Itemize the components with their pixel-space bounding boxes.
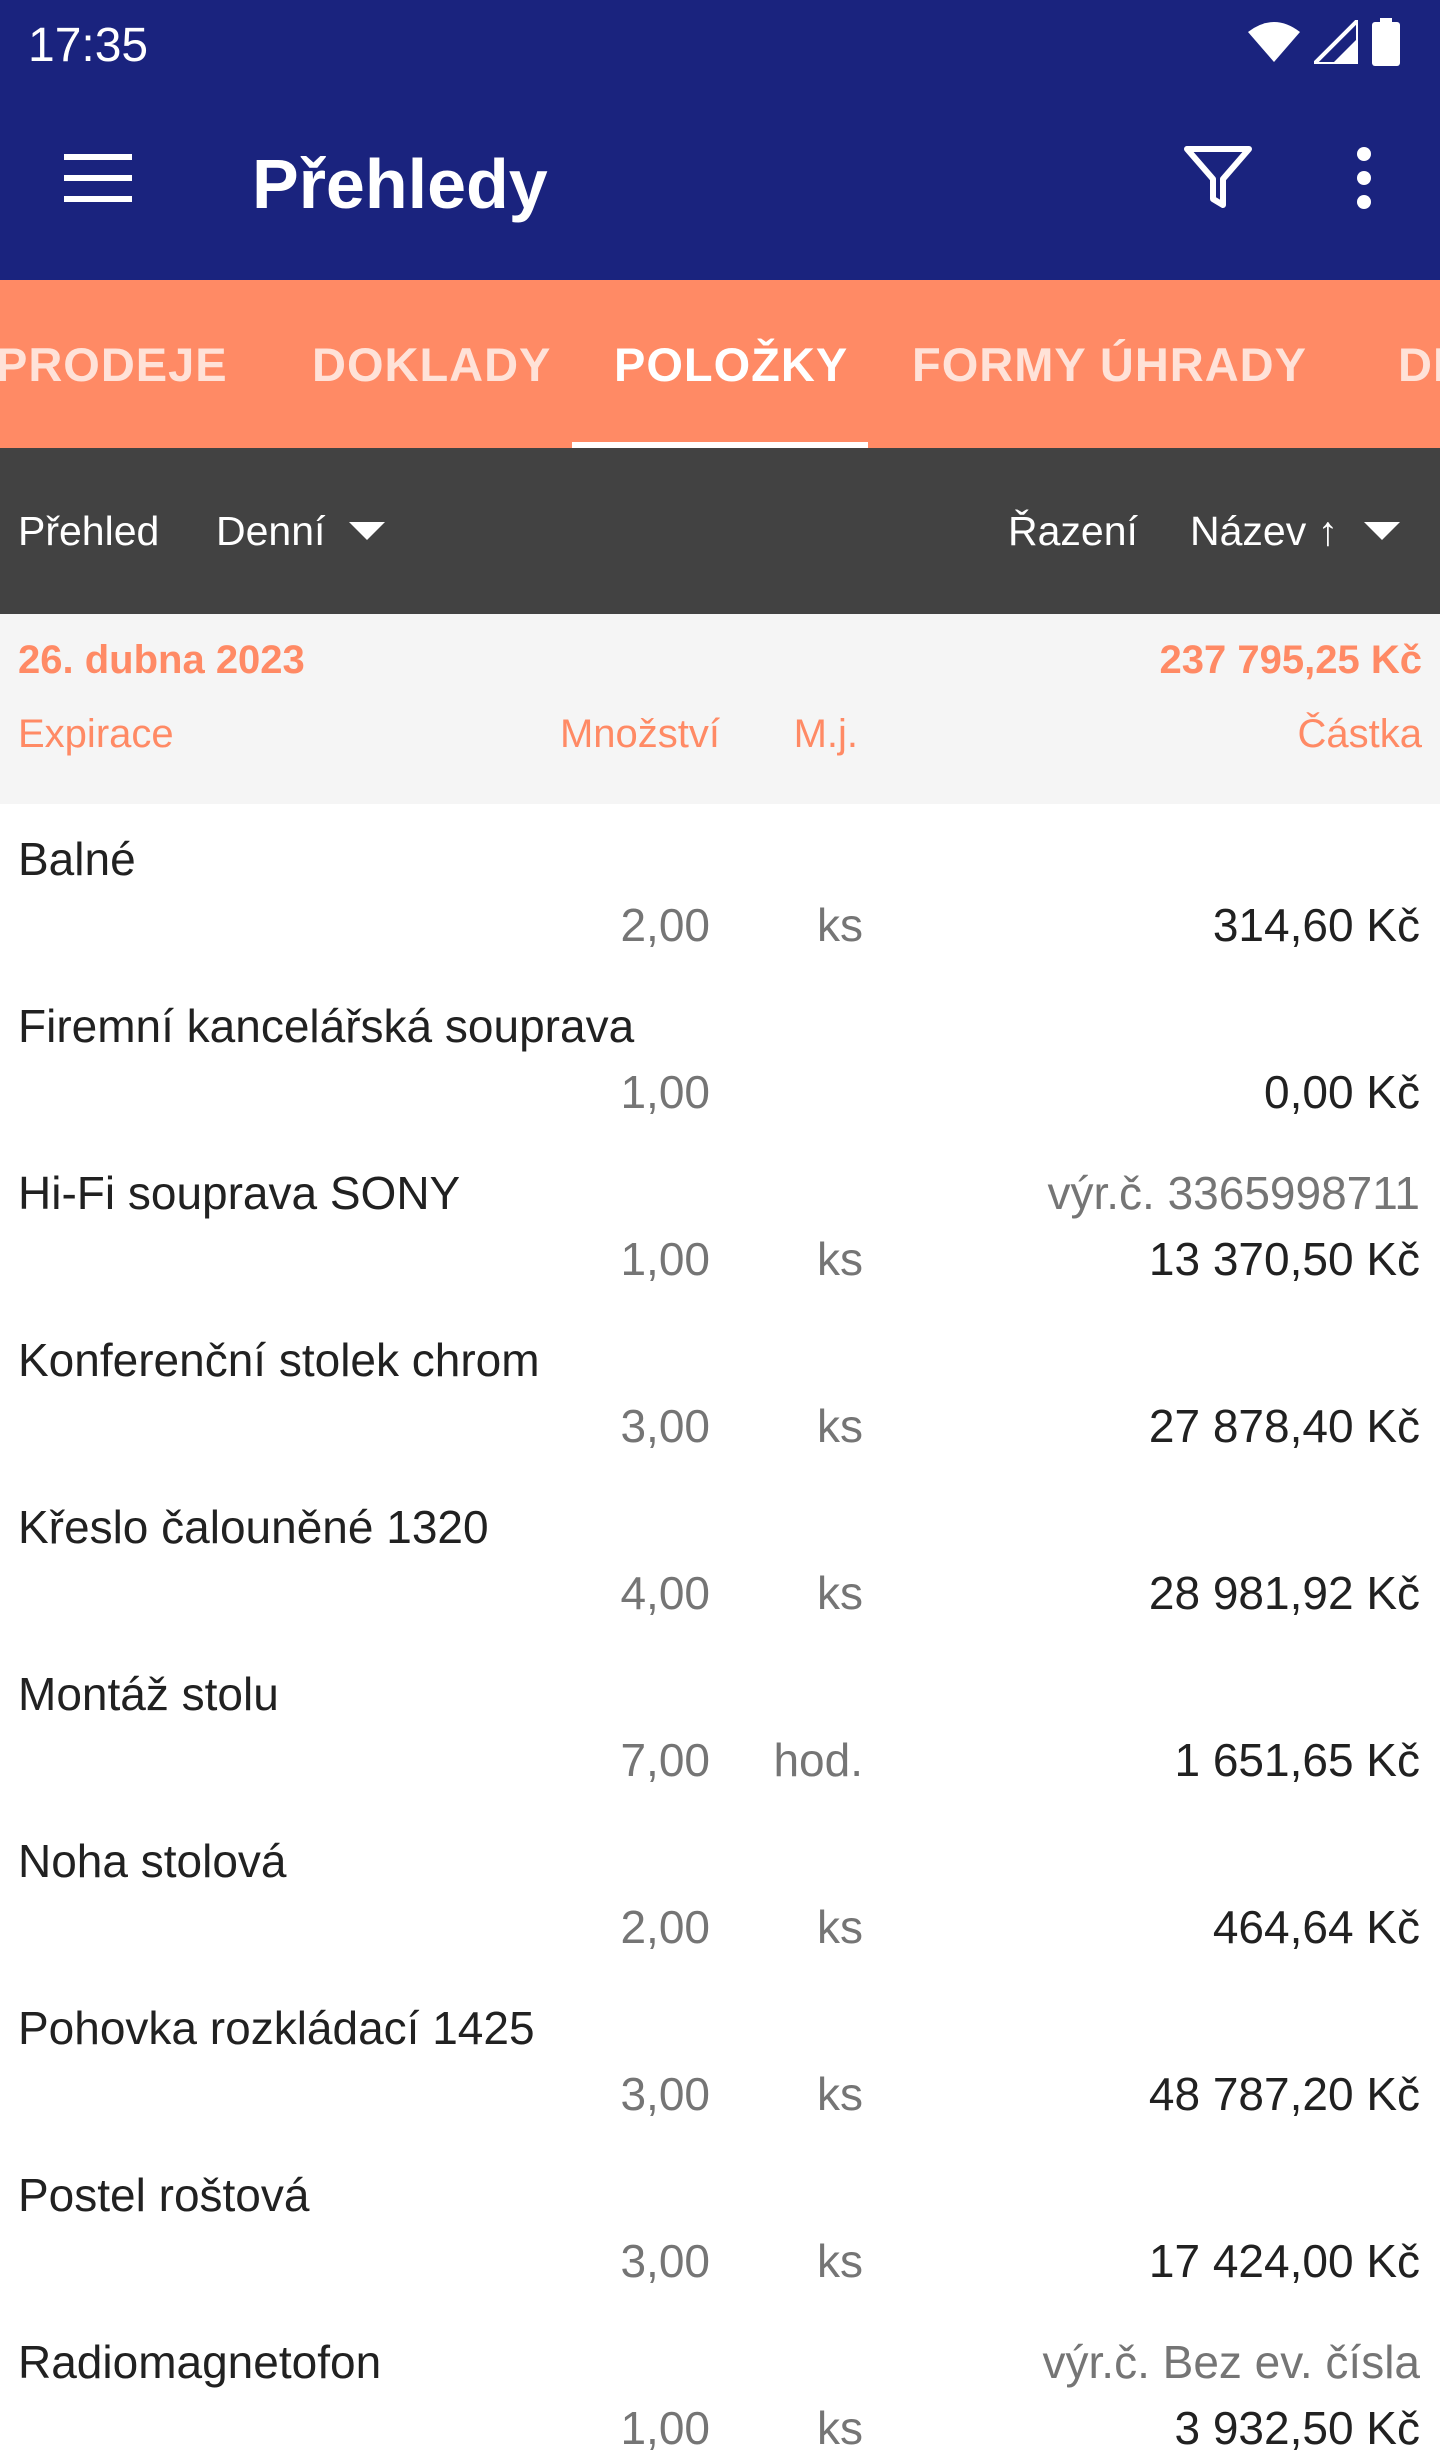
items-list: Balné 2,00 ks 314,60 Kč Firemní kancelář… [0,804,1440,2463]
status-time: 17:35 [28,19,149,72]
tab-bar: PRODEJE DOKLADY POLOŽKY FORMY ÚHRADY DI [0,280,1440,448]
list-item[interactable]: Konferenční stolek chrom 3,00 ks 27 878,… [0,1305,1440,1472]
item-quantity: 1,00 [620,2402,710,2454]
tab-polozky[interactable]: POLOŽKY [614,280,848,448]
battery-icon [1372,18,1400,70]
overview-value: Denní [216,507,326,554]
item-amount: 17 424,00 Kč [1148,2235,1420,2287]
item-amount: 13 370,50 Kč [1148,1233,1420,1285]
list-item[interactable]: Firemní kancelářská souprava 1,00 0,00 K… [0,971,1440,1138]
overview-label: Přehled [18,507,160,554]
filter-button[interactable] [1170,130,1266,226]
item-unit: ks [817,2068,863,2120]
summary-header: 26. dubna 2023 237 795,25 Kč Expirace Mn… [0,614,1440,804]
summary-date: 26. dubna 2023 [18,638,305,682]
tab-doklady[interactable]: DOKLADY [312,280,551,448]
column-unit: M.j. [793,712,858,756]
item-unit: ks [817,2402,863,2454]
item-amount: 1 651,65 Kč [1174,1734,1420,1786]
menu-button[interactable] [50,130,146,226]
item-quantity: 7,00 [620,1734,710,1786]
status-icons [1248,15,1400,70]
chevron-down-icon [1364,522,1401,540]
overview-toolbar: Přehled Denní Řazení Název ↑ [0,448,1440,614]
item-name: Noha stolová [18,1835,287,1887]
chevron-down-icon [349,522,386,540]
item-name: Firemní kancelářská souprava [18,1000,635,1052]
list-item[interactable]: Radiomagnetofon výr.č. Bez ev. čísla 1,0… [0,2307,1440,2463]
tab-formy-uhrady[interactable]: FORMY ÚHRADY [912,280,1307,448]
item-unit: ks [817,1901,863,1953]
list-item[interactable]: Křeslo čalouněné 1320 4,00 ks 28 981,92 … [0,1472,1440,1639]
item-name: Radiomagnetofon [18,2336,382,2388]
overview-dropdown[interactable]: Denní [216,448,386,614]
item-unit: hod. [773,1734,863,1786]
item-quantity: 1,00 [620,1233,710,1285]
item-unit: ks [817,1233,863,1285]
signal-icon [1309,15,1360,68]
item-amount: 27 878,40 Kč [1148,1400,1420,1452]
more-vert-icon [1357,147,1371,209]
more-options-button[interactable] [1316,130,1412,226]
item-name: Pohovka rozkládací 1425 [18,2002,535,2054]
column-amount: Částka [1297,712,1423,756]
tab-di[interactable]: DI [1398,280,1440,448]
list-item[interactable]: Noha stolová 2,00 ks 464,64 Kč [0,1806,1440,1973]
menu-icon [64,154,132,202]
list-item[interactable]: Montáž stolu 7,00 hod. 1 651,65 Kč [0,1639,1440,1806]
item-amount: 48 787,20 Kč [1148,2068,1420,2120]
app-bar: 17:35 Přehledy [0,0,1440,280]
item-unit: ks [817,2235,863,2287]
item-quantity: 3,00 [620,2068,710,2120]
item-unit: ks [817,1567,863,1619]
item-quantity: 3,00 [620,1400,710,1452]
sort-value: Název ↑ [1190,507,1339,554]
item-name: Postel roštová [18,2169,310,2221]
item-amount: 3 932,50 Kč [1174,2402,1420,2454]
column-expiration: Expirace [18,712,174,756]
item-name: Montáž stolu [18,1668,279,1720]
wifi-icon [1248,22,1300,66]
item-serial: výr.č. Bez ev. čísla [1042,2336,1420,2388]
column-quantity: Množství [559,712,720,756]
item-amount: 28 981,92 Kč [1148,1567,1420,1619]
item-name: Konferenční stolek chrom [18,1334,540,1386]
sort-dropdown[interactable]: Název ↑ [1190,448,1401,614]
item-quantity: 2,00 [620,1901,710,1953]
item-serial: výr.č. 3365998711 [1047,1167,1420,1219]
item-name: Balné [18,833,136,885]
list-item[interactable]: Pohovka rozkládací 1425 3,00 ks 48 787,2… [0,1973,1440,2140]
item-name: Křeslo čalouněné 1320 [18,1501,489,1553]
item-unit: ks [817,899,863,951]
item-amount: 314,60 Kč [1212,899,1420,951]
list-item[interactable]: Postel roštová 3,00 ks 17 424,00 Kč [0,2140,1440,2307]
item-amount: 464,64 Kč [1212,1901,1420,1953]
list-item[interactable]: Hi-Fi souprava SONY výr.č. 3365998711 1,… [0,1138,1440,1305]
item-quantity: 3,00 [620,2235,710,2287]
summary-total: 237 795,25 Kč [1159,638,1422,682]
item-unit: ks [817,1400,863,1452]
sort-label: Řazení [1008,507,1138,554]
list-item[interactable]: Balné 2,00 ks 314,60 Kč [0,804,1440,971]
filter-icon [1184,146,1252,208]
item-amount: 0,00 Kč [1264,1066,1420,1118]
item-quantity: 1,00 [620,1066,710,1118]
item-quantity: 4,00 [620,1567,710,1619]
item-quantity: 2,00 [620,899,710,951]
page-title: Přehledy [252,145,548,223]
tab-prodeje[interactable]: PRODEJE [0,280,228,448]
item-name: Hi-Fi souprava SONY [18,1167,461,1219]
